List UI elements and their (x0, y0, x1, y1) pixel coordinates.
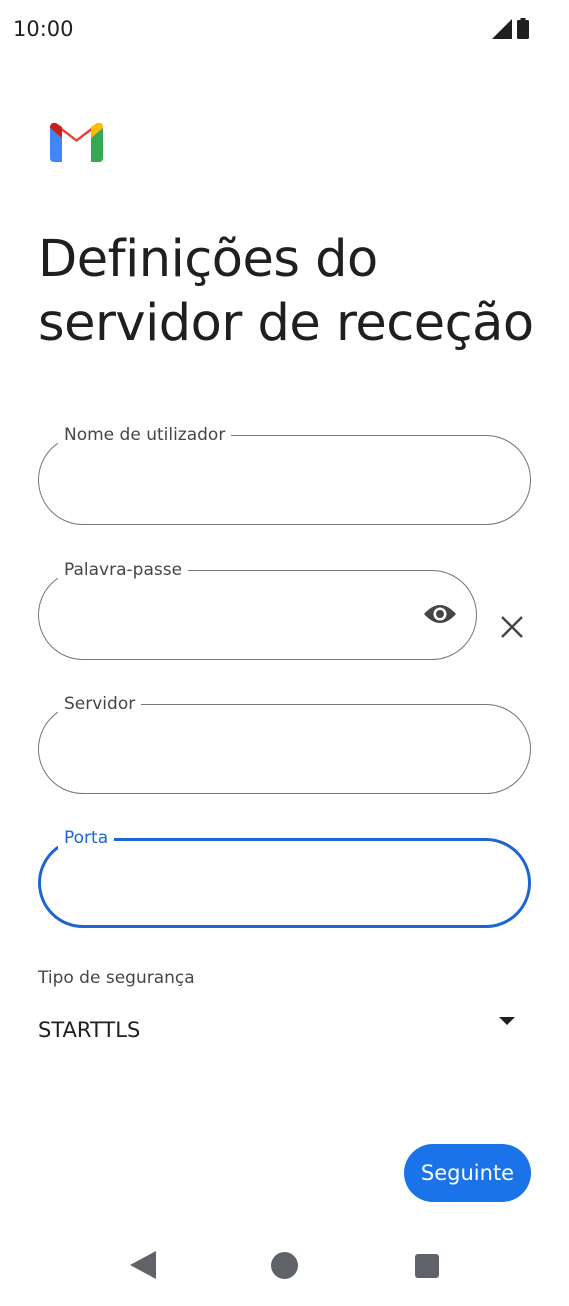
server-input[interactable] (62, 732, 507, 768)
status-icons (492, 18, 529, 39)
username-label: Nome de utilizador (58, 424, 232, 446)
port-input[interactable] (62, 866, 507, 902)
recents-icon[interactable] (415, 1254, 439, 1278)
eye-icon[interactable] (423, 602, 457, 626)
signal-icon (492, 19, 512, 39)
security-type-dropdown[interactable]: STARTTLS (38, 1000, 528, 1060)
password-input[interactable] (62, 598, 407, 634)
status-time: 10:00 (13, 17, 74, 41)
gmail-logo (50, 122, 103, 162)
password-label: Palavra-passe (58, 559, 189, 581)
security-type-label: Tipo de segurança (38, 968, 195, 988)
status-bar: 10:00 (0, 0, 569, 60)
port-label: Porta (58, 827, 115, 849)
next-button[interactable]: Seguinte (404, 1144, 531, 1202)
page-title: Definições do servidor de receção (38, 230, 534, 353)
close-icon[interactable] (499, 614, 525, 640)
server-field[interactable]: Servidor (38, 693, 531, 794)
security-type-value: STARTTLS (38, 1018, 141, 1042)
password-field[interactable]: Palavra-passe (38, 559, 477, 660)
battery-icon (517, 18, 529, 39)
port-field[interactable]: Porta (38, 827, 531, 928)
navigation-bar (0, 1230, 569, 1306)
username-field[interactable]: Nome de utilizador (38, 424, 531, 525)
home-icon[interactable] (271, 1252, 298, 1279)
dropdown-arrow-icon (499, 1017, 515, 1025)
back-icon[interactable] (130, 1251, 156, 1279)
server-label: Servidor (58, 693, 142, 715)
username-input[interactable] (62, 463, 507, 499)
